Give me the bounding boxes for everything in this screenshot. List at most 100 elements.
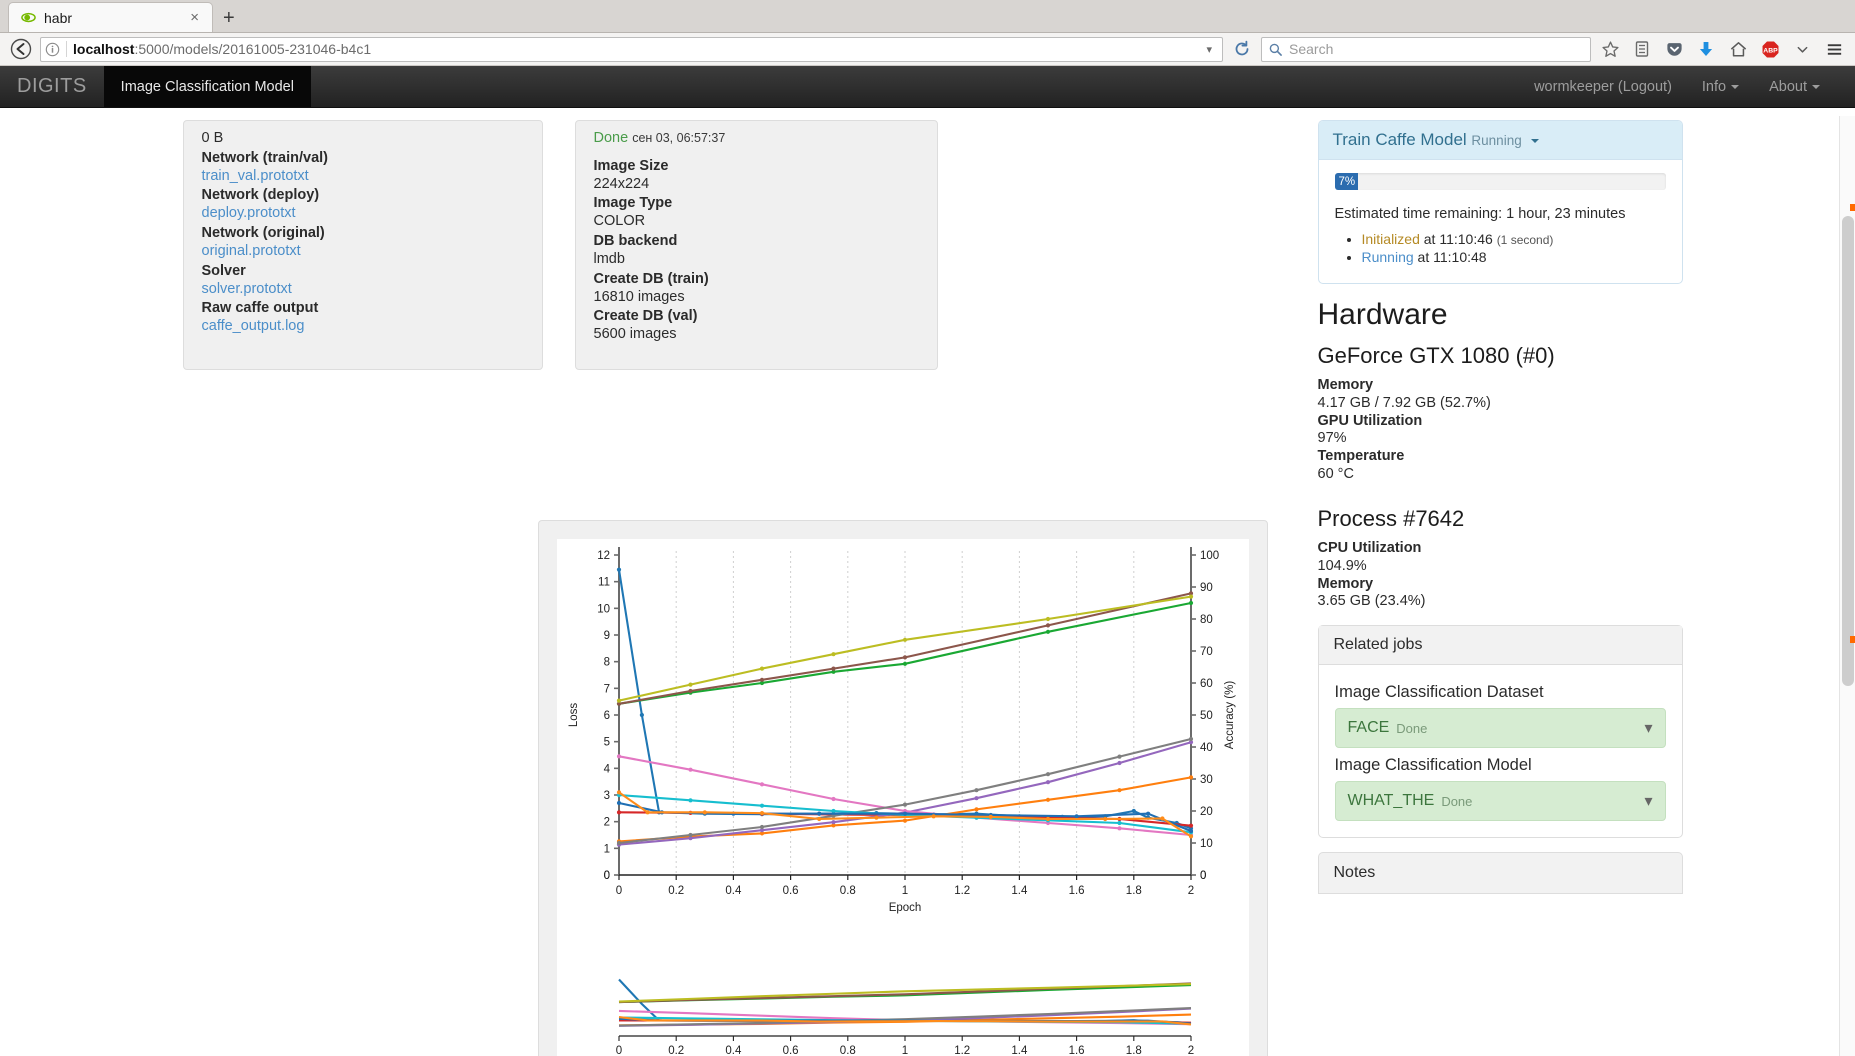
svg-text:4: 4 [603, 763, 610, 775]
caret-down-icon[interactable]: ▾ [1644, 791, 1652, 811]
train-job-header[interactable]: Train Caffe Model Running [1318, 121, 1682, 160]
pocket-icon[interactable] [1661, 36, 1687, 62]
svg-text:11: 11 [598, 577, 610, 589]
svg-text:1: 1 [901, 1045, 907, 1056]
bookmark-star-icon[interactable] [1597, 36, 1623, 62]
url-host: localhost [73, 41, 135, 57]
dropdown-icon[interactable]: ▾ [1200, 43, 1218, 56]
related-job-name-face: FACE [1347, 719, 1390, 737]
caret-down-icon [1812, 84, 1820, 89]
reload-icon[interactable] [1229, 36, 1255, 62]
page-scrollbar[interactable] [1839, 116, 1855, 1056]
browser-navigation-bar: localhost:5000/models/20161005-231046-b4… [0, 33, 1855, 66]
svg-text:0.4: 0.4 [725, 885, 742, 897]
related-job-select-dataset[interactable]: FACE Done ▾ [1334, 708, 1666, 749]
link-original-prototxt[interactable]: original.prototxt [202, 243, 524, 261]
value-gpu-temperature: 60 °C [1317, 466, 1354, 483]
estimated-time-remaining: Estimated time remaining: 1 hour, 23 min… [1334, 206, 1626, 222]
search-bar[interactable]: Search [1261, 36, 1591, 62]
svg-text:9: 9 [603, 630, 609, 642]
close-icon[interactable]: × [185, 9, 204, 26]
value-image-size: 224x224 [593, 175, 650, 192]
loss-accuracy-plot[interactable]: 0123456789101112Loss01020304050607080901… [557, 539, 1251, 969]
range-selector-plot[interactable]: 0 0.2 0.4 0.6 0.8 1 1.2 1.4 1.6 1.8 2 [557, 969, 1251, 1056]
svg-text:0.2: 0.2 [668, 1045, 684, 1056]
related-jobs-heading: Related jobs [1318, 626, 1682, 666]
info-menu[interactable]: Info [1687, 66, 1754, 107]
chevron-down-icon[interactable] [1789, 36, 1815, 62]
label-create-db-train: Create DB (train) [593, 270, 709, 287]
svg-text:1: 1 [901, 885, 907, 897]
svg-text:1.8: 1.8 [1125, 885, 1141, 897]
identity-icon[interactable] [45, 42, 60, 57]
label-network-deploy: Network (deploy) [201, 187, 320, 204]
event-state-initialized: Initialized [1361, 231, 1420, 247]
train-job-body: 7% Estimated time remaining: 1 hour, 23 … [1319, 160, 1682, 283]
about-menu[interactable]: About [1754, 66, 1835, 107]
svg-text:90: 90 [1200, 582, 1213, 594]
tab-image-classification-model[interactable]: Image Classification Model [103, 66, 311, 107]
process-name: Process #7642 [1317, 505, 1465, 531]
train-caffe-model-panel: Train Caffe Model Running 7% Estimated t… [1317, 120, 1683, 284]
caret-down-icon[interactable]: ▾ [1644, 718, 1652, 738]
progress-bar-fill: 7% [1334, 173, 1358, 190]
model-size: 0 B [201, 130, 224, 146]
home-icon[interactable] [1725, 36, 1751, 62]
related-job-select-model[interactable]: WHAT_THE Done ▾ [1334, 781, 1666, 822]
chart-range-selector[interactable]: 0 0.2 0.4 0.6 0.8 1 1.2 1.4 1.6 1.8 2 [556, 969, 1251, 1056]
event-state-running: Running [1361, 249, 1414, 265]
scrollbar-marker [1850, 636, 1855, 643]
event-duration-initialized: (1 second) [1496, 233, 1554, 247]
info-menu-label: Info [1701, 78, 1727, 95]
url-divider [66, 41, 67, 57]
content-container: 0 B Network (train/val) train_val.protot… [182, 116, 1683, 1056]
url-bar[interactable]: localhost:5000/models/20161005-231046-b4… [40, 36, 1223, 62]
related-jobs-body: Image Classification Dataset FACE Done ▾… [1319, 665, 1682, 837]
svg-text:0.2: 0.2 [668, 885, 684, 897]
link-solver-prototxt[interactable]: solver.prototxt [202, 281, 524, 299]
search-input[interactable]: Search [1289, 41, 1333, 57]
related-job-status-whatthe: Done [1441, 793, 1473, 809]
link-caffe-output-log[interactable]: caffe_output.log [202, 318, 524, 336]
svg-text:1.4: 1.4 [1011, 1045, 1028, 1056]
download-icon[interactable] [1693, 36, 1719, 62]
hamburger-menu-icon[interactable] [1821, 36, 1847, 62]
label-gpu-utilization: GPU Utilization [1317, 412, 1423, 429]
back-icon[interactable] [8, 36, 34, 62]
browser-tab[interactable]: habr × [8, 2, 213, 32]
svg-text:70: 70 [1200, 646, 1213, 658]
job-event-list: Initialized at 11:10:46 (1 second) Runni… [1335, 231, 1666, 265]
link-train-val-prototxt[interactable]: train_val.prototxt [202, 168, 524, 186]
caret-down-icon[interactable] [1531, 138, 1540, 143]
new-tab-button[interactable]: + [223, 8, 235, 28]
gpu-stats: Memory 4.17 GB / 7.92 GB (52.7%) GPU Uti… [1318, 377, 1683, 484]
model-files-panel: 0 B Network (train/val) train_val.protot… [182, 120, 543, 370]
link-deploy-prototxt[interactable]: deploy.prototxt [202, 205, 524, 223]
svg-text:6: 6 [603, 710, 609, 722]
svg-text:1.6: 1.6 [1068, 885, 1084, 897]
browser-tab-strip: habr × + [0, 0, 1855, 33]
svg-text:Loss: Loss [568, 703, 580, 728]
status-badge: Done [593, 130, 629, 146]
reader-list-icon[interactable] [1629, 36, 1655, 62]
event-time-running: at 11:10:48 [1417, 249, 1487, 265]
digits-brand[interactable]: DIGITS [0, 66, 104, 107]
svg-text:0.8: 0.8 [839, 1045, 855, 1056]
value-image-type: COLOR [593, 213, 646, 230]
label-solver: Solver [201, 262, 246, 279]
train-job-title: Train Caffe Model [1332, 130, 1467, 149]
notes-panel-heading: Notes [1317, 852, 1683, 895]
adblock-icon[interactable]: ABP [1757, 36, 1783, 62]
caret-down-icon [1731, 84, 1740, 89]
main-chart[interactable]: 0 1 2 3 4 5 6 7 8 9 10 11 12 Loss 0 10 20 30 40 50 60 70 80 90 1… [556, 539, 1251, 969]
label-network-trainval: Network (train/val) [201, 149, 329, 166]
right-sidebar: Train Caffe Model Running 7% Estimated t… [1317, 120, 1683, 895]
user-logout-link[interactable]: wormkeeper (Logout) [1519, 66, 1687, 107]
scrollbar-thumb[interactable] [1842, 216, 1854, 686]
related-jobs-panel: Related jobs Image Classification Datase… [1317, 625, 1683, 839]
url-path: :5000/models/20161005-231046-b4c1 [134, 41, 372, 57]
related-job-status-face: Done [1396, 720, 1428, 736]
scrollbar-marker [1850, 204, 1855, 211]
label-gpu-memory: Memory [1317, 377, 1374, 393]
related-job-name-whatthe: WHAT_THE [1347, 792, 1435, 810]
